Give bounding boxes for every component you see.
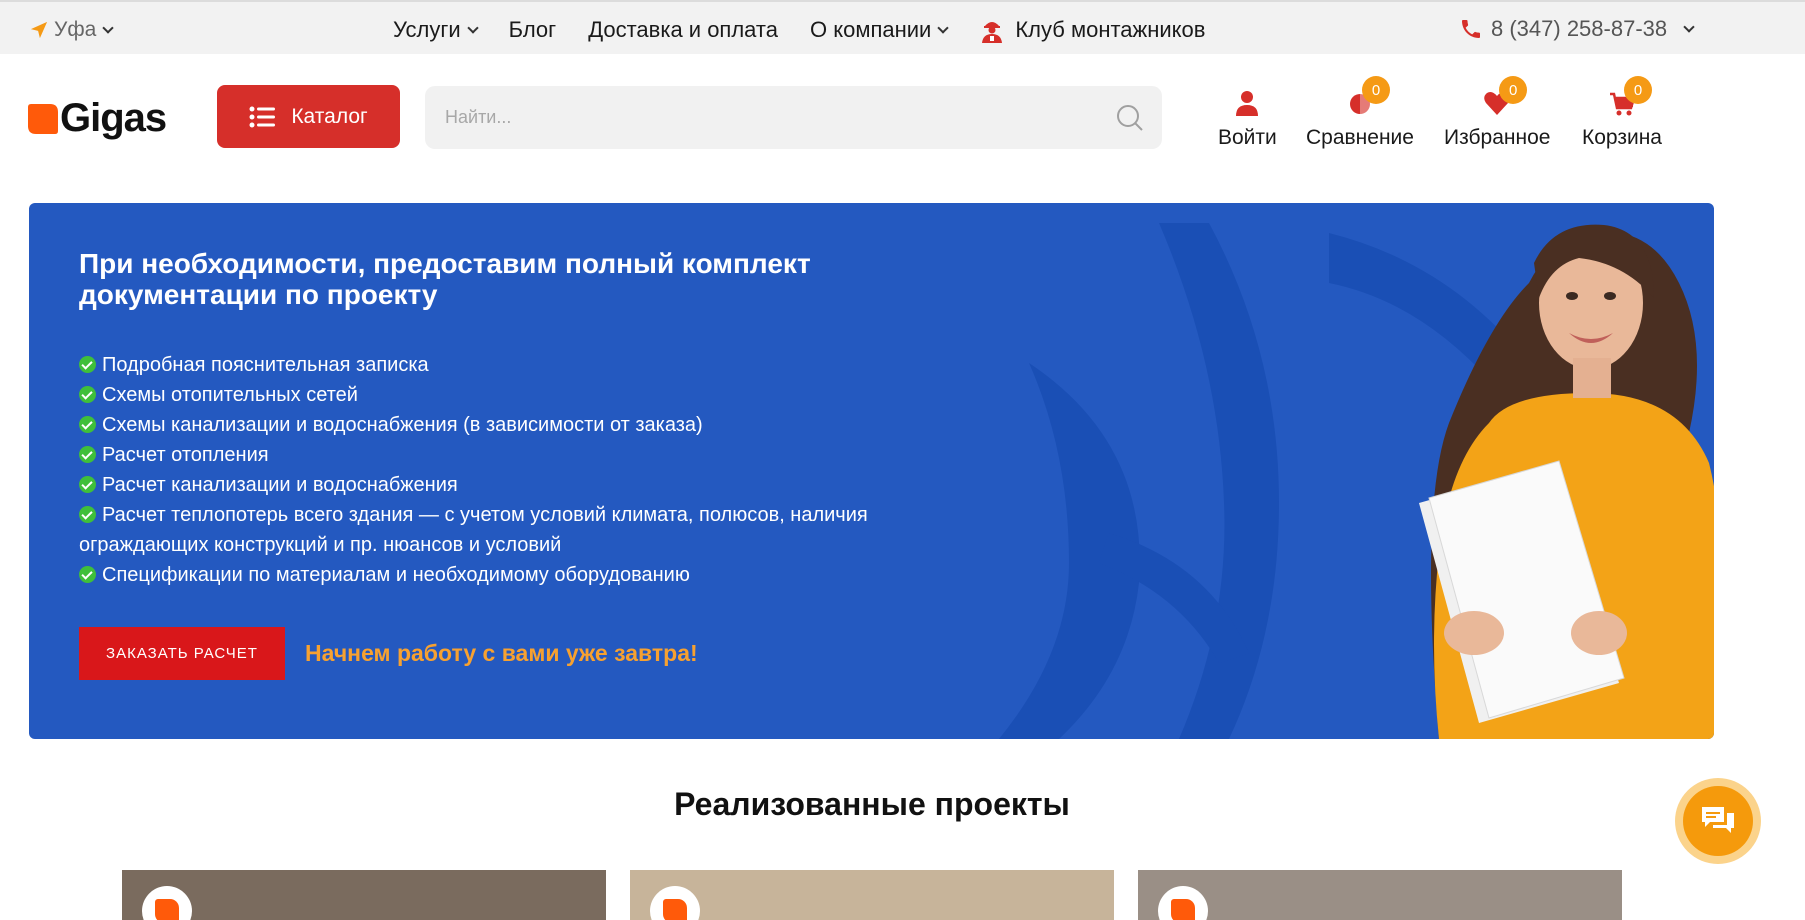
top-bar: Уфа Услуги Блог Доставка и оплата О комп… [0, 0, 1805, 54]
top-nav: Услуги Блог Доставка и оплата О компании… [393, 17, 1237, 43]
chat-icon [1702, 807, 1734, 833]
cart-button[interactable]: 0 Корзина [1582, 76, 1662, 150]
logo-mark-icon [28, 103, 58, 134]
feature-text: Расчет теплопотерь всего здания — с учет… [79, 504, 868, 556]
project-card[interactable] [630, 870, 1114, 920]
project-logo-badge [142, 886, 192, 920]
banner-title: При необходимости, предоставим полный ко… [79, 248, 811, 310]
feature-item: Схемы отопительных сетей [79, 380, 959, 410]
chat-button[interactable] [1675, 778, 1761, 864]
installer-icon [982, 22, 1003, 43]
feature-item: Расчет отопления [79, 440, 959, 470]
city-selector[interactable]: Уфа [30, 18, 114, 42]
list-icon [249, 106, 276, 127]
location-arrow-icon [30, 21, 48, 39]
heart-icon-wrap: 0 [1483, 76, 1528, 118]
search-icon[interactable] [1116, 104, 1144, 132]
favorites-button[interactable]: 0 Избранное [1444, 76, 1551, 150]
phone-selector[interactable]: 8 (347) 258-87-38 [1459, 16, 1695, 42]
login-label: Войти [1218, 126, 1277, 149]
feature-text: Схемы отопительных сетей [102, 384, 358, 406]
check-icon [79, 356, 96, 373]
check-icon [79, 566, 96, 583]
cart-label: Корзина [1582, 126, 1662, 149]
compare-icon-wrap: 0 [1346, 76, 1390, 118]
nav-club-label: Клуб монтажников [1015, 17, 1206, 42]
chevron-down-icon [937, 21, 950, 34]
feature-text: Расчет канализации и водоснабжения [102, 474, 458, 496]
feature-item: Схемы канализации и водоснабжения (в зав… [79, 410, 959, 440]
nav-delivery-label: Доставка и оплата [588, 17, 778, 42]
woman-with-documents-image [1419, 224, 1714, 739]
nav-club[interactable]: Клуб монтажников [979, 17, 1205, 43]
login-button[interactable]: Войти [1218, 86, 1277, 150]
chat-button-inner [1683, 786, 1753, 856]
city-label: Уфа [54, 18, 97, 41]
check-icon [79, 476, 96, 493]
order-calculation-button[interactable]: ЗАКАЗАТЬ РАСЧЕТ [79, 627, 285, 680]
feature-item: Подробная пояснительная записка [79, 350, 959, 380]
feature-list: Подробная пояснительная записка Схемы от… [79, 350, 959, 590]
cart-count-badge: 0 [1624, 76, 1652, 104]
nav-blog-label: Блог [508, 17, 557, 42]
compare-count-badge: 0 [1361, 76, 1390, 104]
catalog-label: Каталог [291, 104, 368, 128]
check-icon [79, 386, 96, 403]
chevron-down-icon [466, 21, 479, 34]
nav-about[interactable]: О компании [810, 17, 950, 43]
chevron-down-icon [102, 21, 114, 34]
phone-number: 8 (347) 258-87-38 [1491, 16, 1668, 41]
feature-item: Расчет теплопотерь всего здания — с учет… [79, 500, 959, 560]
promo-banner: При необходимости, предоставим полный ко… [29, 203, 1714, 739]
project-logo-badge [650, 886, 700, 920]
nav-services-label: Услуги [393, 17, 461, 42]
feature-text: Подробная пояснительная записка [102, 354, 429, 376]
compare-button[interactable]: 0 Сравнение [1306, 76, 1414, 150]
cart-icon-wrap: 0 [1608, 76, 1652, 118]
feature-text: Схемы канализации и водоснабжения (в зав… [102, 414, 703, 436]
project-card[interactable] [122, 870, 606, 920]
project-logo-badge [1158, 886, 1208, 920]
favorites-count-badge: 0 [1499, 76, 1528, 104]
logo-text: Gigas [60, 96, 167, 140]
nav-blog[interactable]: Блог [509, 17, 557, 43]
nav-services[interactable]: Услуги [393, 17, 479, 43]
feature-item: Спецификации по материалам и необходимом… [79, 560, 959, 590]
promo-text: Начнем работу с вами уже завтра! [305, 640, 698, 666]
user-icon [1236, 91, 1259, 116]
nav-about-label: О компании [810, 17, 932, 42]
search-input[interactable] [425, 86, 1085, 149]
check-icon [79, 446, 96, 463]
check-icon [79, 506, 96, 523]
search-bar [425, 86, 1162, 149]
feature-text: Расчет отопления [102, 444, 269, 466]
phone-icon [1462, 20, 1480, 38]
site-logo[interactable]: Gigas [28, 96, 167, 141]
check-icon [79, 416, 96, 433]
feature-item: Расчет канализации и водоснабжения [79, 470, 959, 500]
chevron-down-icon [1683, 20, 1695, 33]
feature-text: Спецификации по материалам и необходимом… [102, 564, 690, 586]
nav-delivery[interactable]: Доставка и оплата [588, 17, 778, 43]
compare-label: Сравнение [1306, 126, 1414, 149]
favorites-label: Избранное [1444, 126, 1551, 149]
catalog-button[interactable]: Каталог [217, 85, 400, 148]
projects-title: Реализованные проекты [674, 786, 1070, 822]
project-card[interactable] [1138, 870, 1622, 920]
